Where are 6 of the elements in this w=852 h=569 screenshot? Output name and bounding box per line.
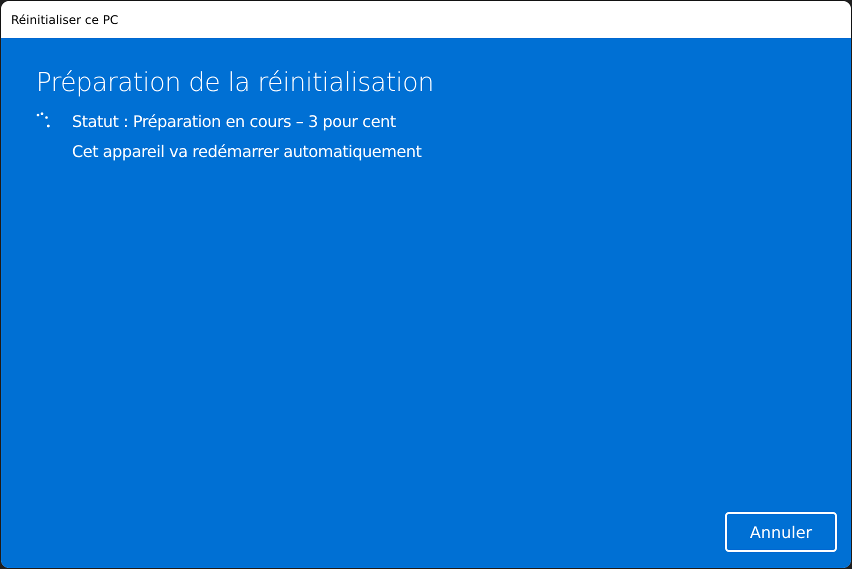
window-title: Réinitialiser ce PC	[11, 12, 118, 26]
page-heading: Préparation de la réinitialisation	[36, 68, 435, 98]
status-text: Cet appareil va redémarrer automatiquement	[72, 142, 422, 161]
cancel-button[interactable]: Annuler	[725, 512, 837, 552]
spinner-icon	[36, 112, 50, 128]
status-text: Statut : Préparation en cours – 3 pour cent	[72, 112, 397, 131]
